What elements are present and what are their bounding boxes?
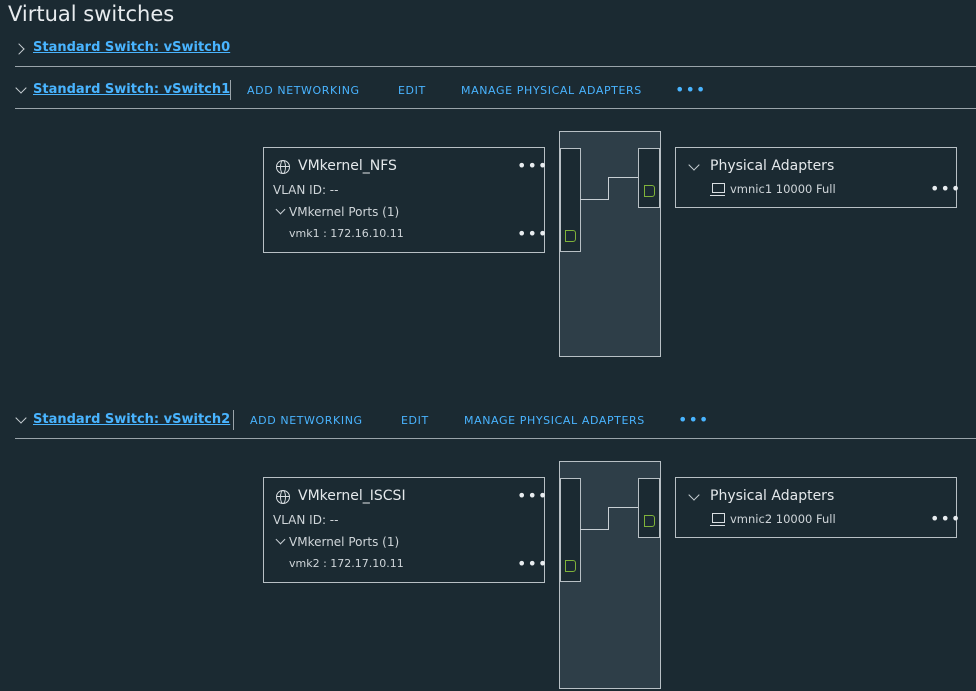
more-actions-icon[interactable]: •••: [675, 82, 706, 98]
port-more-icon[interactable]: •••: [517, 556, 548, 572]
more-actions-icon[interactable]: •••: [678, 412, 709, 428]
ports-chevron-icon[interactable]: [275, 204, 286, 215]
adapters-chevron-icon[interactable]: [688, 159, 700, 171]
switch-body: [559, 461, 661, 689]
nic-more-icon[interactable]: •••: [930, 511, 961, 527]
edit-button[interactable]: EDIT: [398, 84, 426, 97]
physical-adapters-title: Physical Adapters: [710, 158, 835, 174]
wire: [580, 199, 608, 200]
physical-adapters-title: Physical Adapters: [710, 488, 835, 504]
manage-physical-adapters-button[interactable]: MANAGE PHYSICAL ADAPTERS: [461, 84, 642, 97]
wire: [608, 507, 609, 530]
portgroup-more-icon[interactable]: •••: [517, 158, 548, 174]
vmkernel-ports-label: VMkernel Ports (1): [289, 205, 400, 219]
physical-adapters-card: Physical Adapters vmnic1 10000 Full •••: [675, 147, 960, 208]
physical-nic: vmnic1 10000 Full: [730, 182, 836, 196]
add-networking-button[interactable]: ADD NETWORKING: [247, 84, 360, 97]
physical-adapters-card: Physical Adapters vmnic2 10000 Full •••: [675, 477, 960, 538]
physical-nic: vmnic2 10000 Full: [730, 512, 836, 526]
vlan-id: VLAN ID: --: [273, 183, 339, 197]
wire: [608, 507, 638, 508]
collapse-chevron-icon[interactable]: [15, 82, 27, 94]
ports-chevron-icon[interactable]: [275, 534, 286, 545]
portgroup-card: VMkernel_ISCSI ••• VLAN ID: -- VMkernel …: [263, 477, 548, 583]
vmkernel-ports-label: VMkernel Ports (1): [289, 535, 400, 549]
portgroup-name: VMkernel_NFS: [298, 158, 397, 174]
separator: [233, 410, 234, 430]
wire: [580, 529, 608, 530]
right-port-column: [638, 478, 660, 538]
portgroup-name: VMkernel_ISCSI: [298, 488, 406, 504]
collapse-chevron-icon[interactable]: [15, 412, 27, 424]
nic-more-icon[interactable]: •••: [930, 181, 961, 197]
portgroup-card: VMkernel_NFS ••• VLAN ID: -- VMkernel Po…: [263, 147, 548, 253]
wire: [608, 177, 638, 178]
separator: [230, 80, 231, 100]
vmkernel-port: vmk2 : 172.17.10.11: [289, 557, 404, 570]
left-port-column: [560, 478, 581, 582]
vswitch2-link[interactable]: Standard Switch: vSwitch2: [33, 412, 230, 427]
left-port-column: [560, 148, 581, 252]
divider: [15, 66, 976, 67]
port-connector-icon: [644, 185, 655, 197]
expand-chevron-icon[interactable]: [13, 43, 25, 55]
port-more-icon[interactable]: •••: [517, 226, 548, 242]
network-adapter-icon: [710, 183, 725, 196]
page-title: Virtual switches: [8, 2, 175, 26]
switch-body: [559, 131, 661, 357]
globe-icon: [276, 160, 290, 174]
wire: [608, 177, 609, 200]
portgroup-more-icon[interactable]: •••: [517, 488, 548, 504]
port-connector-icon: [565, 560, 576, 572]
vswitch1-link[interactable]: Standard Switch: vSwitch1: [33, 82, 230, 97]
edit-button[interactable]: EDIT: [401, 414, 429, 427]
add-networking-button[interactable]: ADD NETWORKING: [250, 414, 363, 427]
port-connector-icon: [565, 230, 576, 242]
vlan-id: VLAN ID: --: [273, 513, 339, 527]
globe-icon: [276, 490, 290, 504]
network-adapter-icon: [710, 513, 725, 526]
vmkernel-port: vmk1 : 172.16.10.11: [289, 227, 404, 240]
adapters-chevron-icon[interactable]: [688, 489, 700, 501]
divider: [15, 108, 976, 109]
right-port-column: [638, 148, 660, 208]
divider: [15, 438, 976, 439]
manage-physical-adapters-button[interactable]: MANAGE PHYSICAL ADAPTERS: [464, 414, 645, 427]
port-connector-icon: [644, 515, 655, 527]
vswitch0-link[interactable]: Standard Switch: vSwitch0: [33, 40, 230, 55]
